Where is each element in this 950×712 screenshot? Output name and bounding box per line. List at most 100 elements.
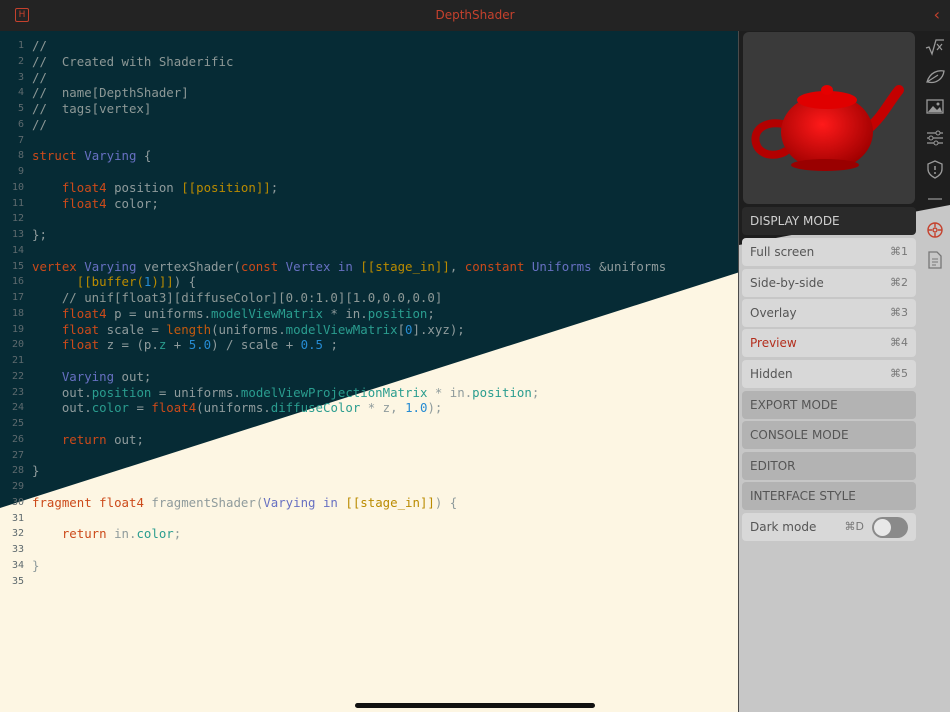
code-token: float	[61, 322, 100, 337]
line-number: 30	[11, 497, 24, 508]
option-shortcut: ⌘1	[890, 245, 908, 258]
line-text: Varying out;	[32, 369, 152, 385]
line-number: 4	[17, 87, 24, 98]
code-token: );	[427, 400, 443, 415]
line-text: struct Varying {	[32, 148, 151, 164]
editor-header[interactable]: EDITOR	[742, 452, 916, 480]
code-token: * in.	[322, 306, 368, 321]
pane-divider[interactable]	[738, 0, 739, 712]
code-token: position	[472, 385, 532, 400]
editor-label: EDITOR	[750, 459, 796, 473]
display-mode-header: DISPLAY MODE	[742, 207, 916, 235]
dark-mode-shortcut: ⌘D	[844, 520, 864, 533]
display-mode-label: DISPLAY MODE	[750, 214, 840, 228]
option-full-screen[interactable]: Full screen ⌘1	[742, 238, 916, 266]
line-text: return in.color;	[32, 526, 181, 542]
home-indicator[interactable]	[355, 703, 595, 708]
code-token: scale =	[99, 322, 167, 337]
option-preview[interactable]: Preview ⌘4	[742, 329, 916, 357]
code-token: in	[322, 495, 338, 510]
line-text: //	[32, 38, 47, 54]
line-text: out.position = uniforms.modelViewProject…	[32, 385, 540, 401]
shader-preview[interactable]	[743, 32, 915, 204]
code-token: color;	[106, 196, 159, 211]
code-token: }	[32, 558, 40, 573]
line-text: }	[32, 558, 39, 574]
image-icon[interactable]	[924, 96, 946, 118]
code-token: modelViewMatrix	[211, 306, 323, 321]
settings-icon[interactable]	[924, 219, 946, 241]
sliders-icon[interactable]	[924, 127, 946, 149]
interface-style-header[interactable]: INTERFACE STYLE	[742, 482, 916, 510]
line-text: vertex Varying vertexShader(const Vertex…	[32, 259, 666, 275]
chevron-left-icon[interactable]: ‹	[934, 5, 940, 24]
line-number: 7	[17, 135, 24, 146]
code-token: [[position]]	[181, 180, 271, 195]
dark-mode-toggle[interactable]	[872, 517, 908, 538]
code-token: Uniforms	[531, 259, 592, 274]
line-number: 21	[11, 355, 24, 366]
code-token: constant	[464, 259, 525, 274]
code-token: * z,	[360, 400, 406, 415]
line-number: 19	[11, 324, 24, 335]
line-number: 33	[11, 544, 24, 555]
code-token: 5.0	[188, 337, 212, 352]
code-token: return	[61, 526, 107, 541]
code-token: * in.	[427, 385, 473, 400]
interface-style-label: INTERFACE STYLE	[750, 489, 856, 503]
option-label: Preview	[750, 336, 797, 350]
option-overlay[interactable]: Overlay ⌘3	[742, 299, 916, 327]
code-token: out.	[32, 385, 92, 400]
line-text: out.color = float4(uniforms.diffuseColor…	[32, 400, 443, 416]
line-number: 34	[11, 560, 24, 571]
option-label: Full screen	[750, 245, 815, 259]
sqrt-icon[interactable]	[924, 36, 946, 58]
option-hidden[interactable]: Hidden ⌘5	[742, 360, 916, 388]
line-number: 20	[11, 339, 24, 350]
line-text: // Created with Shaderific	[32, 54, 233, 70]
line-text: float4 color;	[32, 196, 159, 212]
line-number: 9	[17, 166, 24, 177]
line-number: 24	[11, 402, 24, 413]
code-token: position	[367, 306, 428, 321]
line-number: 18	[11, 308, 24, 319]
export-mode-header[interactable]: EXPORT MODE	[742, 391, 916, 419]
shield-icon[interactable]	[924, 158, 946, 180]
export-mode-label: EXPORT MODE	[750, 398, 838, 412]
line-number: 22	[11, 371, 24, 382]
teapot-render	[751, 85, 904, 171]
line-number: 5	[17, 103, 24, 114]
line-text: // unif[float3][diffuseColor][0.0:1.0][1…	[32, 290, 442, 306]
code-token: vertexShader(	[136, 259, 241, 274]
code-token: float4	[61, 306, 107, 321]
leaf-icon[interactable]	[924, 66, 946, 88]
line-text: fragment float4 fragmentShader(Varying i…	[32, 495, 457, 511]
option-dark-mode: Dark mode ⌘D	[742, 513, 916, 541]
code-token: [[stage_in]]	[345, 495, 435, 510]
code-token: position	[106, 180, 182, 195]
option-side-by-side[interactable]: Side-by-side ⌘2	[742, 269, 916, 297]
line-text: // tags[vertex]	[32, 101, 151, 117]
code-token: out.	[32, 400, 92, 415]
line-number: 14	[11, 245, 24, 256]
code-token: (uniforms.	[196, 400, 271, 415]
console-mode-header[interactable]: CONSOLE MODE	[742, 421, 916, 449]
document-icon[interactable]	[924, 249, 946, 271]
code-token: float	[61, 337, 100, 352]
document-title: DepthShader	[435, 8, 515, 22]
code-token: [	[397, 322, 406, 337]
option-label: Hidden	[750, 367, 793, 381]
code-token: in	[337, 259, 353, 274]
code-token: // unif[float3][diffuseColor][0.0:1.0][1…	[61, 290, 443, 305]
code-token: )]]	[151, 274, 174, 289]
option-shortcut: ⌘5	[890, 367, 908, 380]
code-token: out;	[106, 432, 144, 447]
line-text: float scale = length(uniforms.modelViewM…	[32, 322, 465, 338]
